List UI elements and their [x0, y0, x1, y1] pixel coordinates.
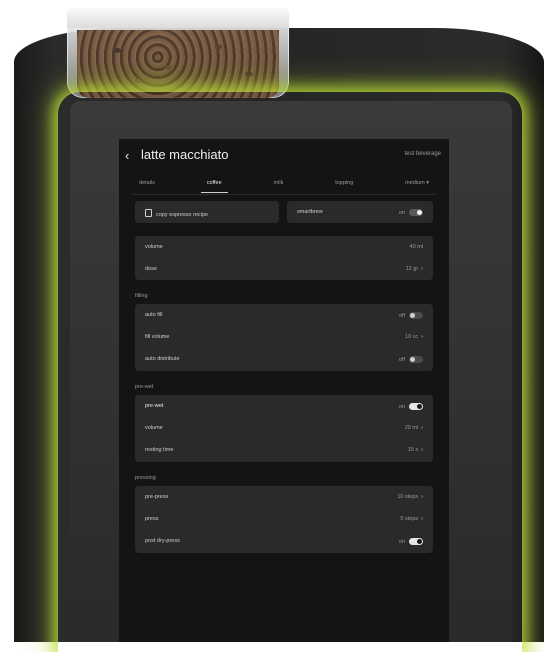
prewet-card: pre-wet on volume 20 ml › resting time 15…	[135, 395, 433, 462]
tabs-divider	[133, 194, 435, 195]
section-filling: filling	[135, 293, 148, 299]
chevron-right-icon: ›	[421, 494, 423, 500]
smartbrew-card: smartbrew on	[287, 201, 433, 223]
bean-hopper	[67, 8, 289, 98]
test-beverage-button[interactable]: test beverage	[405, 151, 441, 157]
filling-card: auto fill off fill volume 10 cc › auto di…	[135, 304, 433, 371]
post-dry-press-row[interactable]: post dry-press on	[145, 530, 423, 552]
chevron-right-icon: ›	[421, 447, 423, 453]
prewet-volume-row[interactable]: volume 20 ml ›	[145, 417, 423, 439]
prewet-state: on	[398, 403, 405, 410]
volume-row[interactable]: volume 40 ml	[145, 236, 423, 258]
prewet-volume-label: volume	[145, 425, 163, 431]
auto-distribute-row[interactable]: auto distribute off	[145, 348, 423, 370]
back-chevron-icon[interactable]: ‹	[125, 148, 129, 163]
prepress-row[interactable]: pre-press 10 steps ›	[145, 486, 423, 508]
chevron-right-icon: ›	[421, 334, 423, 340]
auto-distribute-toggle[interactable]	[409, 356, 423, 363]
resting-time-row[interactable]: resting time 15 s ›	[145, 439, 423, 461]
page-title: latte macchiato	[141, 147, 229, 162]
prepress-value: 10 steps	[397, 494, 419, 500]
post-dry-press-state: on	[398, 538, 405, 545]
auto-fill-state: off	[398, 312, 405, 319]
touch-screen: ‹ latte macchiato test beverage details …	[119, 139, 449, 642]
prewet-volume-value: 20 ml	[404, 425, 419, 431]
smartbrew-state: on	[398, 209, 405, 216]
copy-icon	[145, 209, 152, 217]
hopper-lid	[67, 8, 289, 28]
basic-settings-card: volume 40 ml dose 12 gr ›	[135, 236, 433, 280]
smartbrew-label: smartbrew	[297, 209, 323, 215]
prewet-row[interactable]: pre-wet on	[145, 395, 423, 417]
chevron-right-icon: ›	[421, 516, 423, 522]
dose-row[interactable]: dose 12 gr ›	[145, 258, 423, 280]
copy-recipe-button[interactable]: copy espresso recipe	[135, 201, 279, 223]
tab-details[interactable]: details	[133, 177, 161, 191]
post-dry-press-label: post dry-press	[145, 538, 180, 544]
prewet-toggle[interactable]	[409, 403, 423, 410]
auto-distribute-label: auto distribute	[145, 356, 180, 362]
screen-header: ‹ latte macchiato test beverage	[125, 147, 441, 165]
auto-fill-row[interactable]: auto fill off	[145, 304, 423, 326]
dose-label: dose	[145, 266, 157, 272]
fill-volume-label: fill volume	[145, 334, 170, 340]
copy-recipe-label: copy espresso recipe	[156, 212, 208, 218]
volume-label: volume	[145, 244, 163, 250]
dose-value: 12 gr	[405, 266, 419, 272]
press-value: 0 steps	[400, 516, 419, 522]
section-pressing: pressing	[135, 475, 156, 481]
post-dry-press-toggle[interactable]	[409, 538, 423, 545]
prepress-label: pre-press	[145, 494, 169, 500]
chevron-right-icon: ›	[421, 425, 423, 431]
section-prewet: pre-wet	[135, 384, 154, 390]
pressing-card: pre-press 10 steps › press 0 steps › post …	[135, 486, 433, 553]
size-dropdown[interactable]: medium ▾	[399, 177, 435, 191]
coffee-beans	[77, 30, 279, 98]
tab-coffee[interactable]: coffee	[200, 177, 228, 193]
recipe-tabs: details coffee milk topping medium ▾	[133, 177, 435, 193]
smartbrew-toggle[interactable]	[409, 209, 423, 216]
prewet-label: pre-wet	[145, 403, 164, 409]
chevron-right-icon: ›	[421, 266, 423, 272]
press-label: press	[145, 516, 159, 522]
fill-volume-value: 10 cc	[405, 334, 419, 340]
resting-time-value: 15 s	[407, 447, 419, 453]
auto-distribute-state: off	[398, 356, 405, 363]
volume-value: 40 ml	[409, 244, 423, 250]
press-row[interactable]: press 0 steps ›	[145, 508, 423, 530]
resting-time-label: resting time	[145, 447, 174, 453]
tab-milk[interactable]: milk	[268, 177, 290, 191]
tab-topping[interactable]: topping	[329, 177, 359, 191]
fill-volume-row[interactable]: fill volume 10 cc ›	[145, 326, 423, 348]
auto-fill-label: auto fill	[145, 312, 163, 318]
auto-fill-toggle[interactable]	[409, 312, 423, 319]
